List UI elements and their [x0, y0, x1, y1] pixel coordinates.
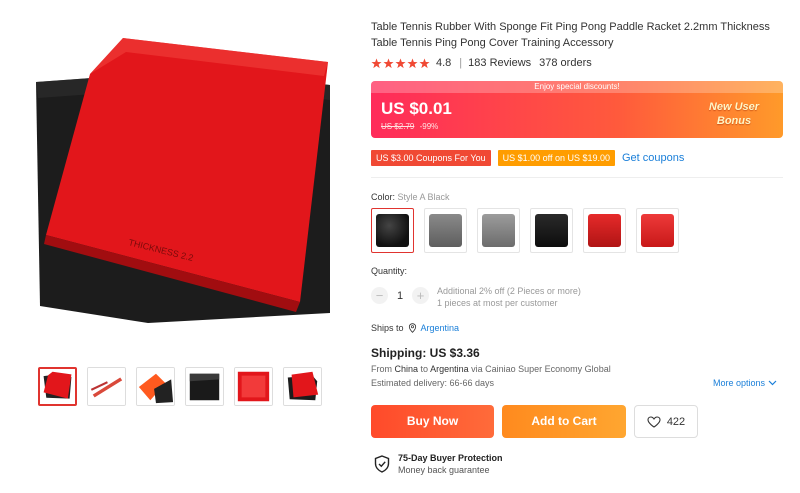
thumbnail-strip: [38, 367, 322, 406]
wishlist-button[interactable]: 422: [634, 405, 698, 438]
thumbnail-3[interactable]: [136, 367, 175, 406]
bonus-line-2: Bonus: [716, 115, 752, 127]
orders-count: 378 orders: [539, 57, 592, 69]
quantity-label: Quantity:: [371, 266, 408, 276]
color-label-row: Color: Style A Black: [371, 192, 450, 202]
purchase-actions: Buy Now Add to Cart 422: [371, 405, 698, 438]
wishlist-count: 422: [666, 415, 686, 428]
coupon-row: US $3.00 Coupons For You US $1.00 off on…: [371, 150, 684, 166]
chevron-down-icon: [768, 380, 777, 386]
color-swatches: [371, 208, 679, 253]
ships-to-country-link[interactable]: Argentina: [421, 323, 460, 333]
shipping-cost: Shipping: US $3.36: [371, 346, 480, 360]
rating-score: 4.8: [436, 57, 452, 69]
swatch-style-f-red[interactable]: [636, 208, 679, 253]
promo-strip: Enjoy special discounts!: [371, 81, 783, 93]
reviews-link[interactable]: 183 Reviews: [468, 57, 531, 69]
get-coupons-link[interactable]: Get coupons: [622, 152, 684, 164]
estimated-delivery: Estimated delivery: 66-66 days: [371, 378, 495, 388]
swatch-style-e-red[interactable]: [583, 208, 626, 253]
thumbnail-1[interactable]: [38, 367, 77, 406]
product-gallery: THICKNESS 2.2: [0, 0, 350, 493]
original-price: US $2.79: [381, 122, 415, 131]
main-product-image[interactable]: THICKNESS 2.2: [28, 30, 348, 330]
rating-separator-icon: |: [459, 57, 463, 69]
more-options-link[interactable]: More options: [713, 378, 777, 388]
ships-to-label: Ships to: [371, 323, 404, 333]
star-icon: [371, 57, 382, 68]
ship-via: via Cainiao Super Economy Global: [471, 364, 611, 374]
shield-check-icon: [374, 455, 390, 473]
price-banner: Enjoy special discounts! US $0.01 US $2.…: [371, 81, 783, 138]
star-icon: [419, 57, 430, 68]
color-label: Color:: [371, 192, 396, 202]
quantity-notes: Additional 2% off (2 Pieces or more) 1 p…: [437, 285, 581, 309]
quantity-increase-button[interactable]: +: [412, 287, 429, 304]
swatch-style-a-black[interactable]: [371, 208, 414, 253]
bonus-line-1: New User: [708, 101, 760, 113]
ship-from-prefix: From: [371, 364, 392, 374]
thumbnail-4[interactable]: [185, 367, 224, 406]
add-to-cart-button[interactable]: Add to Cart: [502, 405, 626, 438]
coupon-badge-1[interactable]: US $3.00 Coupons For You: [371, 150, 491, 166]
ship-from-country: China: [394, 364, 419, 374]
new-user-bonus-badge[interactable]: New User Bonus: [699, 100, 769, 128]
location-pin-icon: [408, 323, 416, 333]
buy-now-button[interactable]: Buy Now: [371, 405, 494, 438]
star-icon: [395, 57, 406, 68]
quantity-limit-note: 1 pieces at most per customer: [437, 298, 558, 308]
ship-to-country: Argentina: [430, 364, 469, 374]
quantity-input[interactable]: 1: [388, 290, 412, 302]
thumbnail-5[interactable]: [234, 367, 273, 406]
more-options-label: More options: [713, 378, 766, 388]
star-icon: [407, 57, 418, 68]
protection-title: 75-Day Buyer Protection: [398, 453, 503, 463]
quantity-discount-note: Additional 2% off (2 Pieces or more): [437, 286, 581, 296]
swatch-style-d-black[interactable]: [530, 208, 573, 253]
buyer-protection: 75-Day Buyer Protection Money back guara…: [374, 452, 503, 476]
rating-row: 4.8 | 183 Reviews 378 orders: [371, 57, 592, 69]
swatch-style-c-gray[interactable]: [477, 208, 520, 253]
quantity-stepper: − 1 +: [371, 287, 429, 304]
ships-to-row: Ships to Argentina: [371, 323, 459, 333]
star-icon: [383, 57, 394, 68]
coupon-badge-2[interactable]: US $1.00 off on US $19.00: [497, 150, 615, 166]
section-divider: [371, 177, 783, 178]
shipping-route: From China to Argentina via Cainiao Supe…: [371, 364, 611, 374]
product-title: Table Tennis Rubber With Sponge Fit Ping…: [371, 21, 770, 49]
color-selected-value: Style A Black: [397, 192, 450, 202]
current-price: US $0.01: [381, 99, 452, 118]
original-price-row: US $2.79 -99%: [381, 122, 438, 131]
ship-to-prefix: to: [420, 364, 429, 374]
thumbnail-2[interactable]: [87, 367, 126, 406]
thumbnail-6[interactable]: [283, 367, 322, 406]
star-rating: [371, 57, 430, 69]
swatch-style-b-gray[interactable]: [424, 208, 467, 253]
protection-subtitle: Money back guarantee: [398, 465, 490, 475]
heart-icon: [647, 415, 661, 428]
discount-percent: -99%: [419, 122, 439, 131]
quantity-decrease-button[interactable]: −: [371, 287, 388, 304]
